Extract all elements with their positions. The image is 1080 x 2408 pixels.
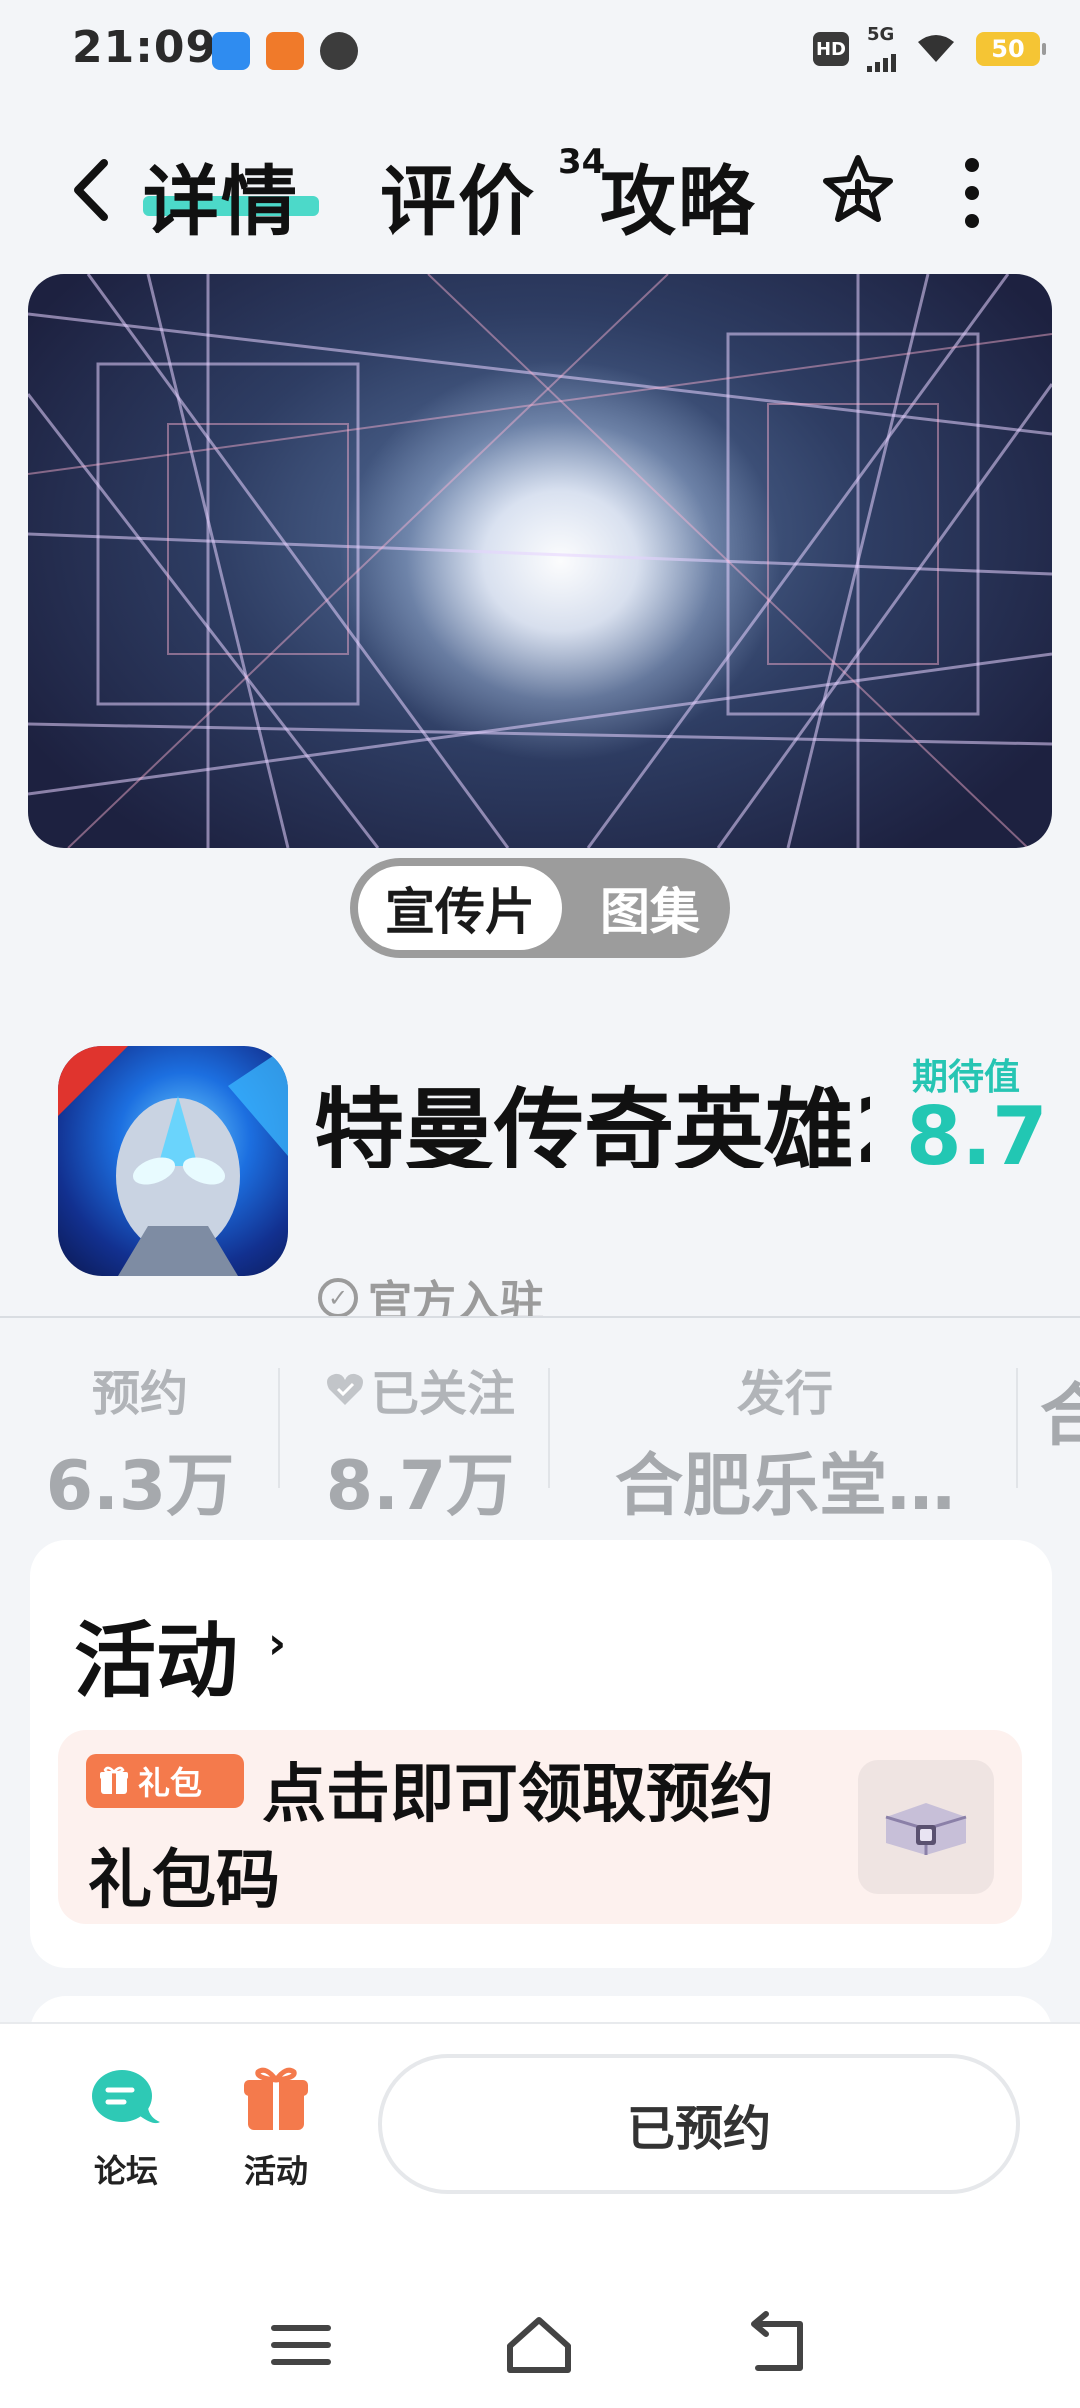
stat-followers[interactable]: 已关注 8.7万 — [300, 1354, 540, 1529]
gift-thumbnail — [858, 1760, 994, 1894]
signal-icon: 5G — [867, 26, 896, 72]
kuaishou-app-icon — [266, 32, 304, 70]
star-add-icon — [823, 155, 893, 222]
follow-button[interactable] — [820, 152, 896, 228]
toggle-promo-video[interactable]: 宣传片 — [358, 866, 562, 950]
app-title: 特曼传奇英雄2 — [314, 1079, 870, 1168]
gift-box-icon — [885, 1803, 967, 1855]
stat-label: 已关注 — [370, 1366, 515, 1422]
forum-label: 论坛 — [93, 2152, 158, 2190]
activity-button[interactable]: 活动 — [216, 2064, 336, 2192]
tab-guides[interactable]: 攻略 — [600, 140, 756, 250]
reserved-button[interactable]: 已预约 — [378, 2054, 1020, 2194]
send-app-icon — [212, 32, 250, 70]
stat-label: 发行 — [736, 1366, 833, 1422]
app-icon — [58, 1046, 288, 1276]
home-icon[interactable] — [504, 2310, 574, 2380]
status-indicators: HD 5G 50 — [813, 26, 1046, 72]
gift-icon — [100, 1766, 128, 1794]
heart-check-icon — [326, 1373, 363, 1405]
forum-chat-icon — [92, 2070, 160, 2124]
toggle-gallery[interactable]: 图集 — [580, 866, 720, 950]
divider — [0, 1316, 1080, 1318]
battery-level: 50 — [991, 35, 1025, 63]
status-time: 21:09 — [72, 22, 218, 73]
stat-value: 合 — [1040, 1377, 1080, 1456]
stat-value: 8.7万 — [325, 1447, 515, 1526]
network-type: 5G — [867, 24, 895, 45]
expect-score: 8.7 — [906, 1090, 1048, 1183]
official-badge: ✓ 官方入驻 — [318, 1278, 544, 1318]
menu-icon[interactable] — [266, 2310, 336, 2380]
stat-reservations: 预约 6.3万 — [30, 1354, 250, 1529]
hd-icon: HD — [813, 32, 849, 66]
stat-label: 预约 — [91, 1366, 188, 1422]
battery-icon: 50 — [976, 32, 1046, 66]
stat-value: 合肥乐堂… — [614, 1447, 955, 1526]
wifi-icon — [918, 35, 954, 62]
back-nav-icon[interactable] — [744, 2310, 814, 2380]
stat-label-row: 已关注 — [300, 1354, 540, 1424]
back-button[interactable] — [60, 150, 120, 230]
ultraman-icon — [58, 1046, 288, 1276]
gift-badge: 礼包 — [86, 1754, 244, 1808]
official-label: 官方入驻 — [368, 1278, 544, 1318]
signal-bars-icon — [867, 46, 896, 72]
gift-badge-label: 礼包 — [138, 1764, 203, 1802]
more-vertical-icon — [965, 158, 979, 172]
tab-details[interactable]: 详情 — [143, 140, 299, 250]
stat-divider — [548, 1368, 550, 1488]
stat-developer[interactable]: 合 — [1040, 1354, 1080, 1459]
check-circle-icon: ✓ — [318, 1278, 358, 1318]
stat-divider — [1016, 1368, 1018, 1488]
back-arrow-icon — [74, 159, 108, 221]
stat-value: 6.3万 — [45, 1447, 235, 1526]
more-options-button[interactable] — [960, 158, 984, 228]
reviews-count: 34 — [558, 142, 606, 182]
promo-video-frame — [28, 274, 1052, 848]
chevron-right-icon[interactable]: › — [268, 1618, 286, 1669]
promo-video[interactable] — [28, 274, 1052, 848]
activity-title[interactable]: 活动 — [74, 1594, 238, 1713]
stat-divider — [278, 1368, 280, 1488]
activity-label: 活动 — [243, 2152, 308, 2190]
play-app-icon — [320, 32, 358, 70]
forum-button[interactable]: 论坛 — [66, 2064, 186, 2192]
tab-reviews[interactable]: 评价 — [380, 140, 536, 250]
stat-publisher[interactable]: 发行 合肥乐堂… — [570, 1354, 1000, 1529]
gift-icon — [244, 2067, 308, 2130]
